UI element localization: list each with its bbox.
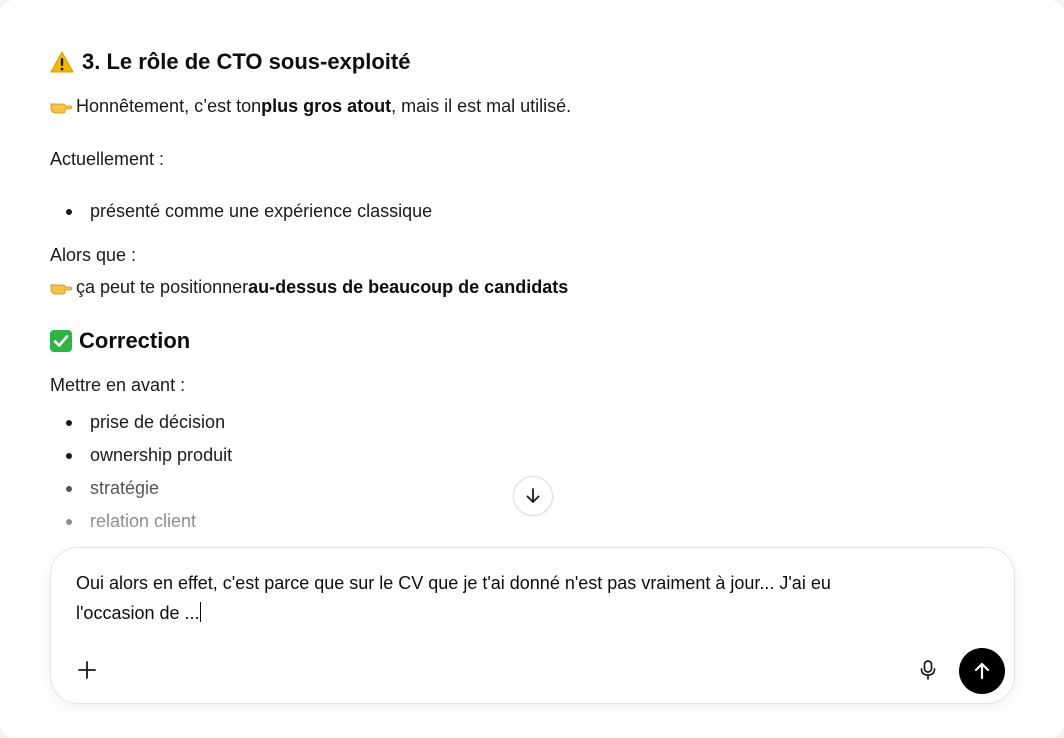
whereas-label: Alors que : — [50, 244, 137, 265]
whereas-text-bold: au-dessus de beaucoup de candidats — [248, 276, 569, 297]
add-attachment-button[interactable] — [72, 655, 102, 685]
prompt-input-text: Oui alors en effet, c'est parce que sur … — [76, 573, 831, 623]
whereas-paragraph: ça peut te positionner au-dessus de beau… — [50, 273, 568, 301]
intro-paragraph: Honnêtement, c’est ton plus gros atout ,… — [50, 92, 571, 120]
intro-text-bold: plus gros atout — [261, 95, 392, 116]
message-composer[interactable]: Oui alors en effet, c'est parce que sur … — [50, 547, 1015, 704]
pointing-hand-icon — [50, 279, 72, 295]
current-list: présenté comme une expérience classique — [50, 195, 432, 228]
intro-text-before: Honnêtement, c’est ton — [76, 95, 262, 116]
check-mark-icon — [50, 330, 72, 352]
dictate-button[interactable] — [913, 655, 943, 685]
prompt-input[interactable]: Oui alors en effet, c'est parce que sur … — [76, 568, 976, 628]
plus-icon — [78, 661, 96, 679]
current-label: Actuellement : — [50, 148, 165, 169]
list-item: prise de décision — [50, 406, 232, 439]
list-item: présenté comme une expérience classique — [50, 195, 432, 228]
send-button[interactable] — [959, 648, 1005, 694]
warning-icon — [50, 51, 74, 73]
section-heading-cto: 3. Le rôle de CTO sous-exploité — [50, 46, 410, 78]
list-item: ownership produit — [50, 439, 232, 472]
arrow-up-icon — [974, 662, 990, 680]
correction-heading: Correction — [50, 325, 190, 357]
correction-heading-text: Correction — [79, 328, 191, 353]
text-caret — [199, 602, 201, 622]
pointing-hand-icon — [50, 98, 72, 114]
section-heading-text: 3. Le rôle de CTO sous-exploité — [82, 49, 411, 74]
whereas-text-before: ça peut te positionner — [76, 276, 249, 297]
intro-text-after: , mais il est mal utilisé. — [391, 95, 572, 116]
list-item: stratégie — [50, 472, 232, 505]
arrow-down-icon — [526, 488, 540, 503]
scroll-to-bottom-button[interactable] — [513, 476, 553, 516]
microphone-icon — [920, 660, 936, 680]
correction-label: Mettre en avant : — [50, 374, 186, 395]
correction-list: prise de décision ownership produit stra… — [50, 406, 232, 538]
list-item: relation client — [50, 505, 232, 538]
chat-window: 3. Le rôle de CTO sous-exploité Honnêtem… — [0, 0, 1064, 738]
